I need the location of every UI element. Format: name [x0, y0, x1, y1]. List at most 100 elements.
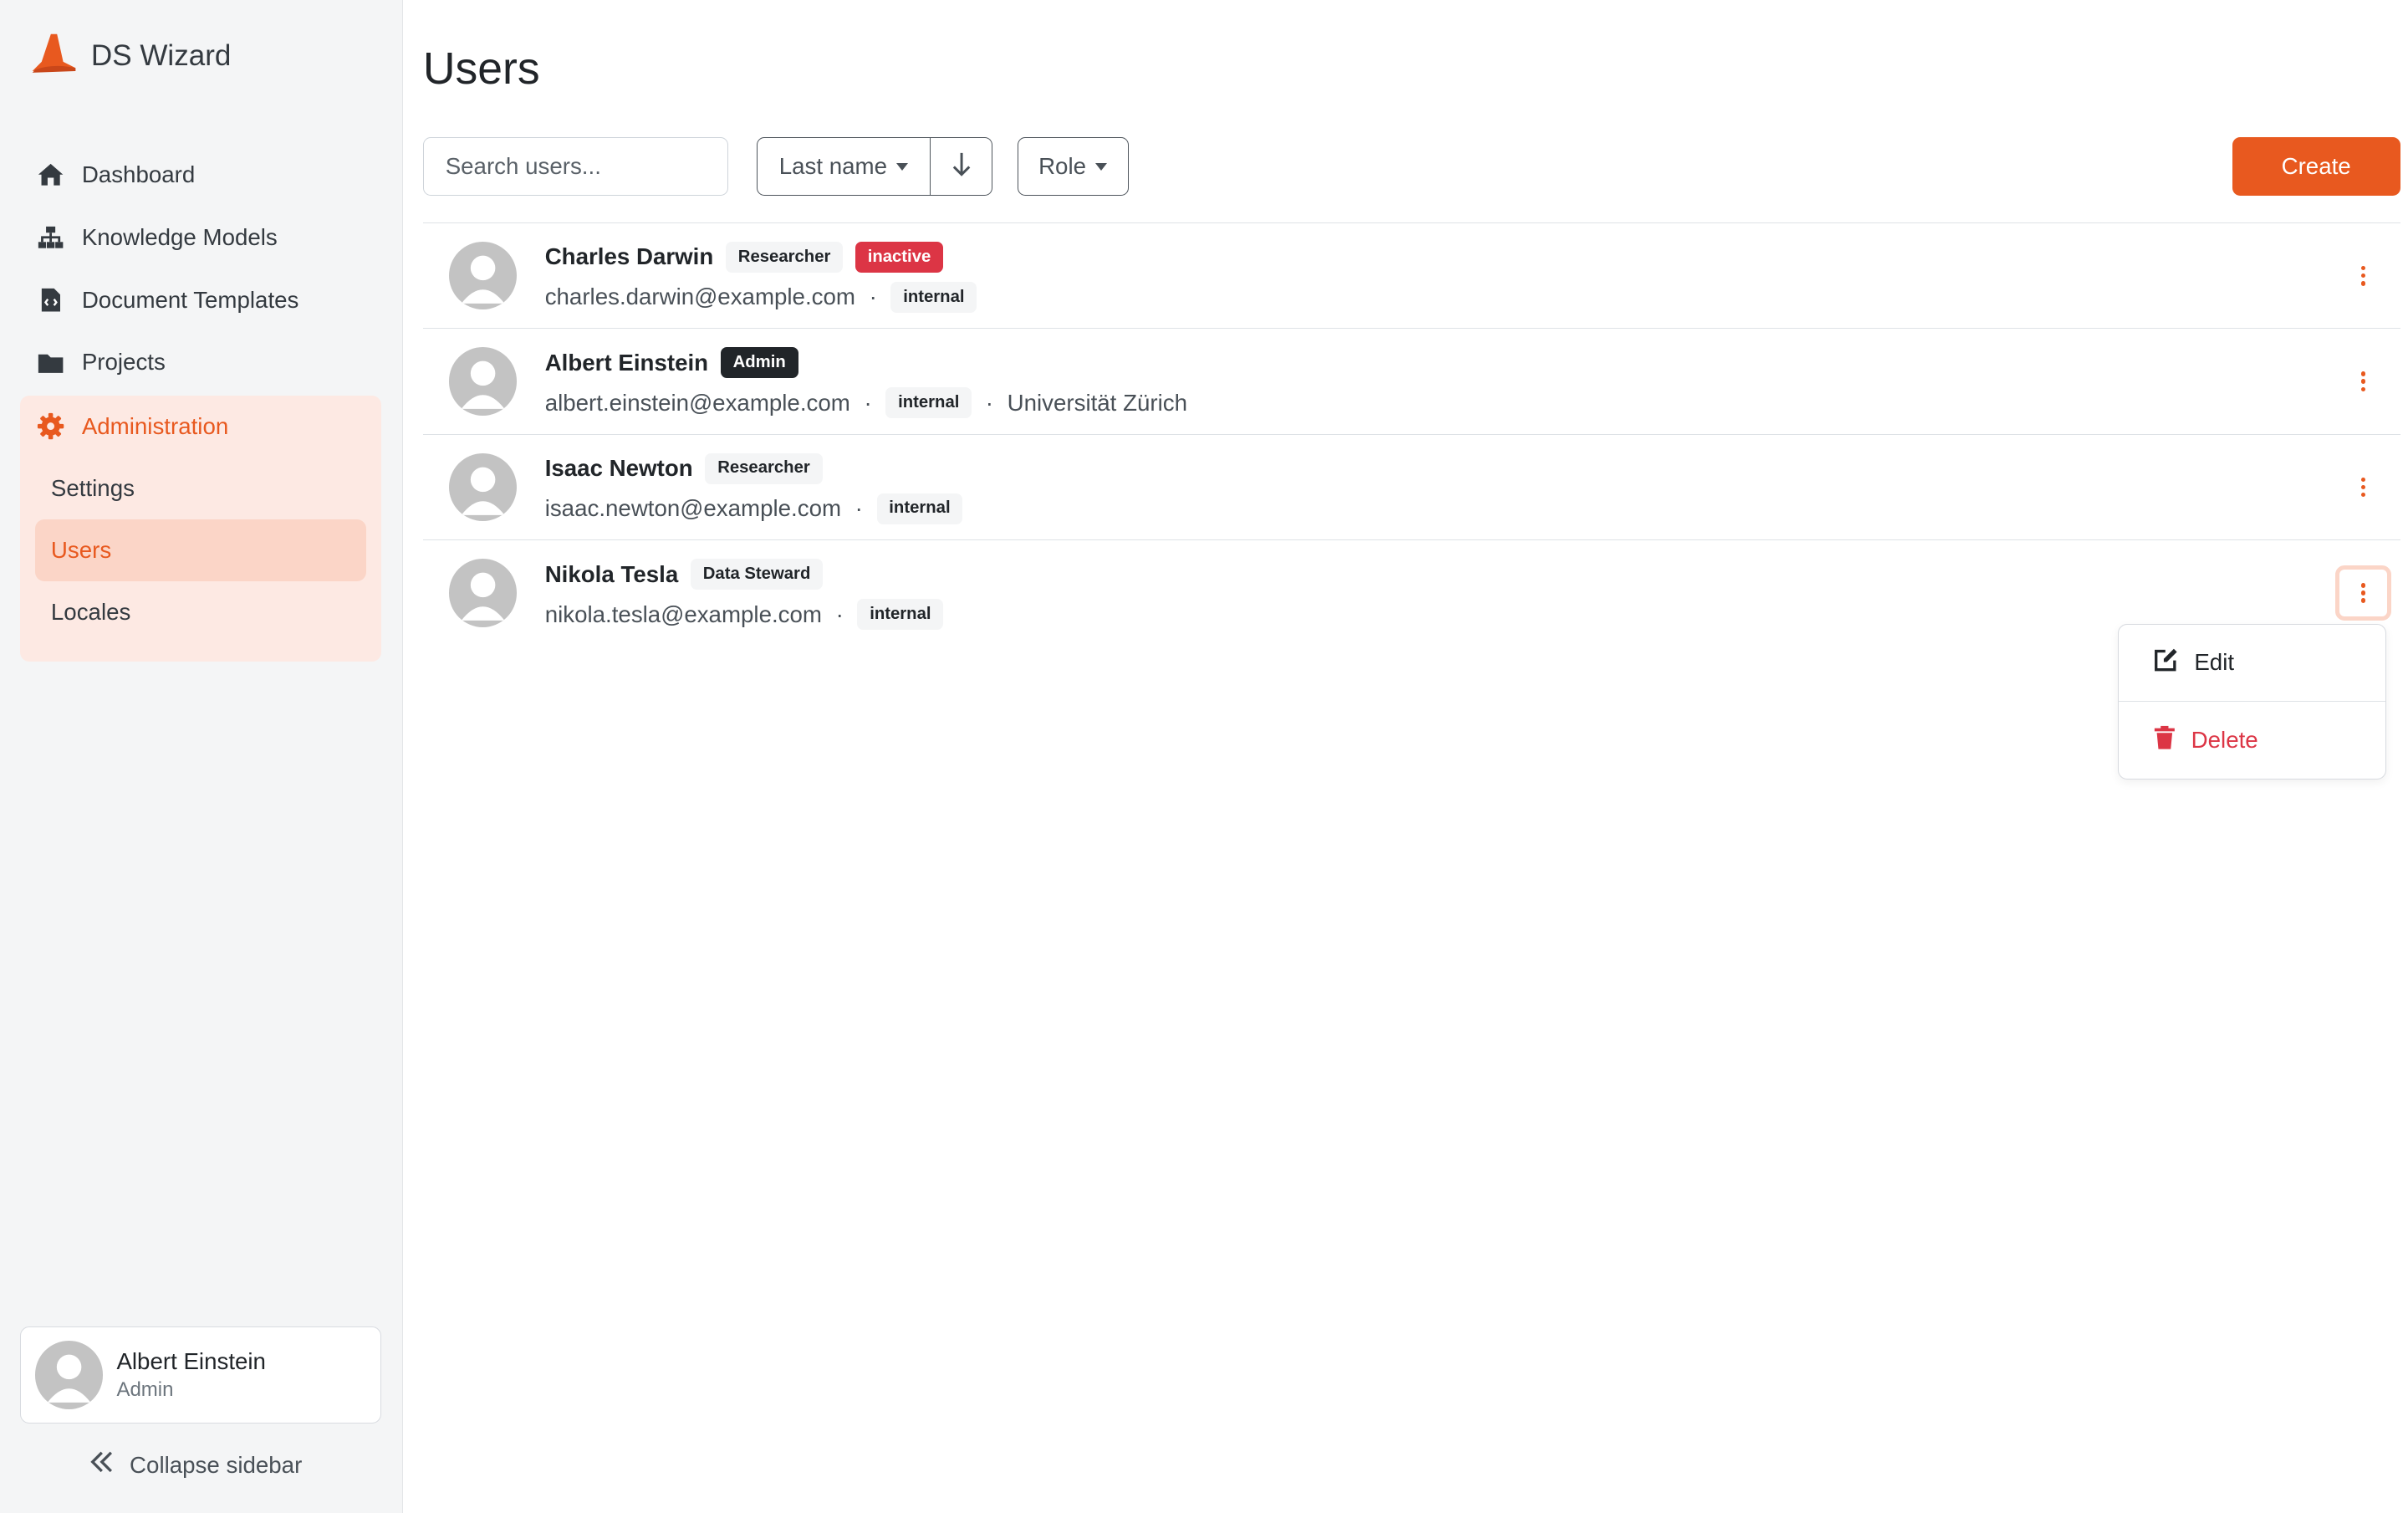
file-code-icon [37, 286, 64, 314]
row-menu-button[interactable] [2335, 354, 2390, 409]
kebab-icon [2360, 582, 2366, 603]
user-name[interactable]: Nikola Tesla [545, 561, 679, 588]
search-input[interactable] [422, 137, 729, 197]
brand[interactable]: DS Wizard [29, 31, 231, 81]
sidebar-item-administration[interactable]: Administration [20, 396, 381, 458]
page-title: Users [422, 43, 540, 94]
folder-icon [37, 349, 64, 376]
profile-text: Albert Einstein Admin [116, 1348, 266, 1402]
sidebar-item-locales[interactable]: Locales [35, 581, 365, 643]
separator-dot: · [835, 601, 844, 627]
role-badge: Data Steward [690, 559, 824, 590]
sidebar-item-label: Administration [81, 412, 229, 439]
main-content: Users Last name Role Create [403, 0, 2408, 1513]
sidebar-item-projects[interactable]: Projects [20, 331, 381, 394]
separator-dot: · [855, 495, 863, 522]
delete-menu-item[interactable]: Delete [2119, 702, 2385, 779]
sidebar-item-knowledge-models[interactable]: Knowledge Models [20, 206, 381, 268]
source-badge: internal [885, 387, 972, 419]
role-filter-dropdown[interactable]: Role [1017, 137, 1129, 197]
user-header: Albert Einstein Admin [545, 347, 798, 379]
avatar [34, 1341, 103, 1409]
user-email: charles.darwin@example.com [544, 284, 855, 310]
sidebar-item-label: Knowledge Models [81, 223, 278, 250]
double-chevron-left-icon [89, 1451, 115, 1479]
arrow-down-icon [952, 151, 971, 182]
user-row-charles-darwin: Charles Darwin Researcher inactive charl… [422, 223, 2400, 330]
user-row-albert-einstein: Albert Einstein Admin albert.einstein@ex… [422, 329, 2400, 435]
trash-icon [2153, 725, 2176, 756]
separator-dot: · [985, 389, 993, 416]
avatar [449, 241, 518, 310]
avatar [449, 347, 518, 416]
user-email: albert.einstein@example.com [544, 389, 850, 416]
role-badge: Admin [720, 347, 798, 379]
gear-icon [37, 412, 64, 440]
sidebar-item-label: Document Templates [81, 286, 299, 313]
user-row-isaac-newton: Isaac Newton Researcher isaac.newton@exa… [422, 435, 2400, 541]
sitemap-icon [37, 223, 64, 251]
sidebar: DS Wizard Dashboard Knowledge Models Doc… [0, 0, 403, 1513]
avatar [449, 559, 518, 627]
sort-direction-button[interactable] [931, 137, 993, 197]
sidebar-item-label: Dashboard [81, 161, 196, 188]
user-details: nikola.tesla@example.com · internal [544, 599, 944, 631]
role-badge: Researcher [726, 241, 844, 273]
user-header: Nikola Tesla Data Steward [545, 559, 824, 590]
separator-dot: · [864, 389, 872, 416]
user-row-nikola-tesla: Nikola Tesla Data Steward nikola.tesla@e… [423, 540, 2400, 646]
user-details: albert.einstein@example.com · internal ·… [544, 387, 1187, 419]
row-action-menu: Edit Delete [2117, 623, 2387, 780]
role-filter-label: Role [1038, 153, 1087, 180]
avatar [449, 452, 518, 522]
delete-label: Delete [2191, 727, 2258, 754]
separator-dot: · [869, 284, 877, 310]
wizard-hat-icon [29, 31, 79, 81]
kebab-icon [2360, 265, 2366, 286]
sort-field-label: Last name [778, 153, 888, 180]
profile-role: Admin [116, 1378, 174, 1401]
user-header: Charles Darwin Researcher inactive [545, 241, 944, 273]
user-name[interactable]: Charles Darwin [545, 243, 714, 270]
app: DS Wizard Dashboard Knowledge Models Doc… [0, 0, 2408, 1513]
sidebar-item-document-templates[interactable]: Document Templates [20, 268, 381, 331]
sidebar-item-dashboard[interactable]: Dashboard [20, 144, 381, 207]
sidebar-item-settings[interactable]: Settings [35, 457, 365, 519]
caret-down-icon [896, 162, 909, 171]
user-email: isaac.newton@example.com [544, 495, 842, 522]
role-badge: Researcher [705, 452, 823, 484]
user-name[interactable]: Albert Einstein [545, 350, 708, 376]
source-badge: internal [890, 281, 977, 313]
home-icon [37, 161, 64, 188]
caret-down-icon [1095, 162, 1108, 171]
row-menu-button[interactable] [2335, 459, 2390, 514]
collapse-sidebar-button[interactable]: Collapse sidebar [89, 1451, 302, 1479]
user-header: Isaac Newton Researcher [545, 452, 823, 484]
user-details: isaac.newton@example.com · internal [545, 493, 963, 524]
sort-control: Last name [756, 137, 993, 197]
sort-field-dropdown[interactable]: Last name [756, 137, 931, 197]
status-badge: inactive [855, 241, 944, 273]
brand-name: DS Wizard [90, 38, 232, 72]
collapse-label: Collapse sidebar [130, 1451, 303, 1478]
edit-icon [2153, 647, 2179, 678]
row-menu-button[interactable] [2335, 248, 2390, 303]
kebab-icon [2360, 371, 2366, 392]
source-badge: internal [857, 599, 944, 631]
sidebar-nav: Dashboard Knowledge Models Document Temp… [20, 144, 381, 662]
sidebar-item-label: Projects [81, 349, 166, 376]
kebab-icon [2360, 477, 2366, 498]
user-affiliation: Universität Zürich [1007, 389, 1187, 416]
edit-label: Edit [2194, 649, 2235, 676]
edit-menu-item[interactable]: Edit [2118, 625, 2386, 703]
create-button[interactable]: Create [2232, 137, 2400, 197]
user-details: charles.darwin@example.com · internal [544, 281, 977, 313]
user-list: Charles Darwin Researcher inactive charl… [422, 222, 2400, 647]
user-name[interactable]: Isaac Newton [545, 455, 693, 482]
profile-card[interactable]: Albert Einstein Admin [20, 1326, 381, 1424]
sidebar-group-administration: Administration Settings Users Locales [20, 395, 381, 662]
row-menu-button[interactable] [2335, 565, 2391, 621]
user-email: nikola.tesla@example.com [544, 601, 822, 627]
source-badge: internal [876, 493, 963, 524]
sidebar-item-users[interactable]: Users [35, 519, 366, 582]
